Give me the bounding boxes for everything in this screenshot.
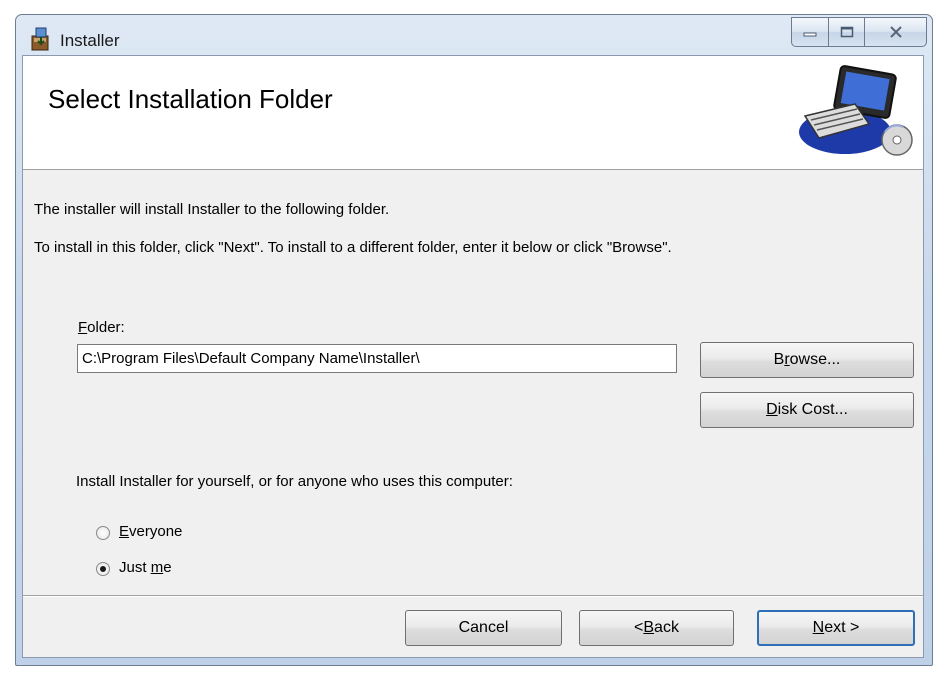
disk-cost-button[interactable]: Disk Cost... <box>700 392 914 428</box>
dialog-client-area: Select Installation Folder The installer… <box>22 55 924 658</box>
close-button[interactable] <box>865 17 927 47</box>
page-title: Select Installation Folder <box>48 84 333 114</box>
minimize-button[interactable] <box>791 17 829 47</box>
maximize-button[interactable] <box>829 17 865 47</box>
browse-label-after: owse... <box>789 351 841 368</box>
installer-app-icon <box>31 27 49 51</box>
intro-text: The installer will install Installer to … <box>34 201 390 218</box>
close-icon <box>889 26 902 38</box>
instruction-text: To install in this folder, click "Next".… <box>34 239 672 256</box>
just-me-label-mnemonic: m <box>150 559 164 576</box>
folder-label-mnemonic: F <box>78 319 88 336</box>
cancel-button[interactable]: Cancel <box>405 610 562 646</box>
maximize-icon <box>840 26 853 38</box>
radio-selected-dot <box>100 566 106 572</box>
everyone-label[interactable]: Everyone <box>119 523 182 540</box>
everyone-label-rest: veryone <box>129 523 183 540</box>
install-for-prompt: Install Installer for yourself, or for a… <box>76 473 513 490</box>
window-title: Installer <box>60 31 120 50</box>
everyone-radio[interactable] <box>96 526 110 540</box>
caption-buttons <box>791 17 927 49</box>
everyone-label-mnemonic: E <box>119 523 130 540</box>
folder-path-input[interactable] <box>77 344 677 373</box>
computer-cd-icon <box>799 65 913 156</box>
just-me-label-after: e <box>163 559 172 576</box>
installer-window: Installer Select Installation Folder The… <box>15 14 933 666</box>
just-me-label-before: Just <box>119 559 151 576</box>
back-button[interactable]: < Back <box>579 610 734 646</box>
folder-label-text: older: <box>87 319 125 336</box>
just-me-label[interactable]: Just me <box>119 559 172 576</box>
just-me-radio[interactable] <box>96 562 110 576</box>
disk-cost-label-after: isk Cost... <box>777 401 848 418</box>
next-label-after: ext > <box>824 619 860 636</box>
header-banner: Select Installation Folder <box>23 56 923 170</box>
back-label-before: < <box>634 619 644 636</box>
disk-cost-label-mnemonic: D <box>766 401 778 418</box>
back-label-mnemonic: B <box>643 619 655 636</box>
next-button[interactable]: Next > <box>757 610 915 646</box>
minimize-icon <box>803 32 817 37</box>
footer-divider <box>23 595 923 597</box>
next-label-mnemonic: N <box>812 619 825 636</box>
back-label-after: ack <box>654 619 679 636</box>
browse-button[interactable]: Br owse... <box>700 342 914 378</box>
browse-label-before: B <box>773 351 785 368</box>
folder-label: Folder: <box>78 319 125 336</box>
